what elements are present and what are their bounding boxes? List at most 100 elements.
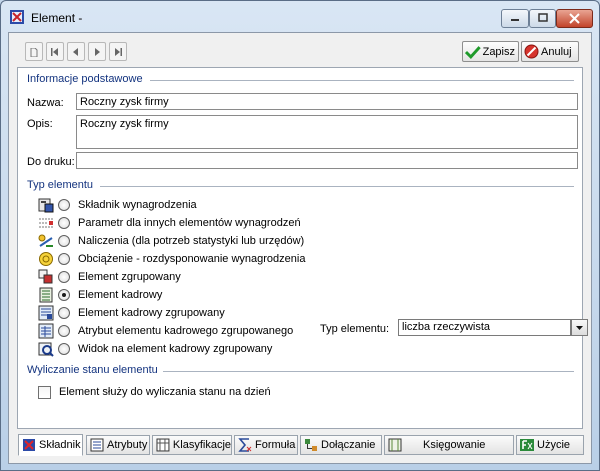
type-option-label: Widok na element kadrowy zgrupowany (78, 342, 273, 355)
type-radio[interactable] (58, 216, 70, 229)
app-icon (10, 10, 24, 24)
type-option-label: Składnik wynagrodzenia (78, 198, 197, 211)
type-radio[interactable] (58, 198, 70, 211)
type-option-charge[interactable]: Obciążenie - rozdysponowanie wynagrodzen… (38, 250, 305, 267)
bottom-tabs: Składnik Atrybuty Klasyfikacje Formuła D… (18, 434, 586, 456)
hr-grouped-icon (38, 305, 54, 320)
view-icon (38, 342, 54, 357)
tab-ksiegowanie[interactable]: Księgowanie (384, 435, 514, 455)
calculation-icon (38, 234, 53, 247)
save-label: Zapisz (482, 45, 515, 58)
chevron-down-icon (576, 326, 583, 330)
state-calc-label: Element służy do wyliczania stanu na dzi… (59, 386, 271, 398)
print-label: Do druku: (27, 156, 75, 168)
maximize-icon (537, 13, 548, 22)
new-record-button[interactable] (25, 42, 43, 61)
tab-dolaczanie[interactable]: Dołączanie (300, 435, 382, 455)
type-option-label: Atrybut elementu kadrowego zgrupowanego (78, 324, 294, 337)
close-button[interactable] (556, 9, 593, 28)
title-bar[interactable]: Element - (1, 1, 599, 29)
type-radio[interactable] (58, 234, 70, 247)
cancel-label: Anuluj (541, 45, 572, 58)
type-option-label: Obciążenie - rozdysponowanie wynagrodzen… (78, 252, 306, 265)
usage-tab-icon (520, 439, 534, 451)
tab-label: Dołączanie (321, 439, 376, 451)
tab-label: Atrybuty (107, 439, 148, 451)
name-field[interactable]: Roczny zysk firmy (76, 93, 578, 110)
minimize-button[interactable] (501, 9, 529, 28)
first-record-button[interactable] (46, 42, 64, 61)
type-radio[interactable] (58, 306, 70, 319)
tab-klasyfikacje[interactable]: Klasyfikacje (152, 435, 232, 455)
type-option-grouped[interactable]: Element zgrupowany (38, 268, 181, 285)
accounting-tab-icon (388, 438, 402, 452)
state-calc-checkbox[interactable] (38, 386, 51, 399)
maximize-button[interactable] (529, 9, 556, 28)
attribute-icon (38, 323, 54, 338)
tab-label: Użycie (537, 439, 571, 451)
type-option-label: Parametr dla innych elementów wynagrodze… (78, 216, 301, 229)
minimize-icon (511, 19, 519, 21)
new-document-icon (30, 48, 38, 57)
section-divider (150, 80, 574, 81)
type-option-hr-grouped[interactable]: Element kadrowy zgrupowany (38, 304, 225, 321)
previous-record-button[interactable] (67, 42, 85, 61)
type-radio[interactable] (58, 252, 70, 265)
tab-label: Formuła (255, 439, 296, 451)
print-field[interactable] (76, 152, 578, 169)
element-type-dropdown-button[interactable] (571, 319, 588, 336)
window-title: Element - (31, 11, 83, 25)
previous-arrow-icon (73, 48, 78, 56)
type-radio[interactable] (58, 342, 70, 355)
next-record-button[interactable] (88, 42, 106, 61)
client-area: Zapisz Anuluj Informacje podstawowe Nazw… (8, 32, 592, 464)
calc-section-title: Wyliczanie stanu elementu (27, 364, 158, 376)
last-arrow-icon (115, 48, 122, 56)
tab-formula[interactable]: Formuła (234, 435, 298, 455)
element-type-title: Typ elementu (27, 179, 94, 191)
type-option-attribute[interactable]: Atrybut elementu kadrowego zgrupowanego (38, 322, 293, 339)
basic-info-title: Informacje podstawowe (27, 73, 143, 85)
close-icon (569, 13, 580, 24)
cancel-icon (524, 44, 539, 59)
type-option-label: Element zgrupowany (78, 270, 181, 283)
type-option-calculation[interactable]: Naliczenia (dla potrzeb statystyki lub u… (38, 232, 304, 249)
parameter-icon (39, 218, 53, 227)
grouped-element-icon (38, 269, 53, 283)
type-option-parameter[interactable]: Parametr dla innych elementów wynagrodze… (38, 214, 301, 231)
last-record-button[interactable] (109, 42, 127, 61)
next-arrow-icon (95, 48, 100, 56)
charge-icon (39, 251, 53, 266)
first-arrow-icon (51, 48, 58, 56)
salary-component-icon (38, 198, 54, 212)
tab-label: Klasyfikacje (172, 439, 231, 451)
type-option-hr-element[interactable]: Element kadrowy (38, 286, 162, 303)
tab-uzycie[interactable]: Użycie (516, 435, 584, 455)
section-divider (163, 371, 574, 372)
type-option-label: Naliczenia (dla potrzeb statystyki lub u… (78, 234, 305, 247)
type-option-view[interactable]: Widok na element kadrowy zgrupowany (38, 340, 272, 357)
type-option-label: Element kadrowy zgrupowany (78, 306, 225, 319)
section-divider (100, 186, 574, 187)
element-type-label: Typ elementu: (320, 323, 390, 335)
attach-tab-icon (305, 439, 317, 451)
classifications-tab-icon (156, 438, 170, 452)
element-type-select[interactable]: liczba rzeczywista (398, 319, 571, 336)
type-radio-selected[interactable] (58, 288, 70, 301)
element-panel: Informacje podstawowe Nazwa: Roczny zysk… (17, 67, 588, 429)
checkmark-icon (465, 45, 481, 59)
type-radio[interactable] (58, 270, 70, 283)
cancel-button[interactable]: Anuluj (521, 41, 579, 62)
hr-element-icon (39, 287, 53, 302)
type-option-salary[interactable]: Składnik wynagrodzenia (38, 196, 197, 213)
name-label: Nazwa: (27, 97, 64, 109)
description-field[interactable]: Roczny zysk firmy (76, 115, 578, 149)
component-tab-icon (23, 439, 35, 451)
tab-label: Księgowanie (423, 439, 486, 451)
type-option-label: Element kadrowy (78, 288, 163, 301)
tab-atrybuty[interactable]: Atrybuty (86, 435, 150, 455)
element-window: Element - Zapisz Anuluj Informacje podst… (0, 0, 600, 471)
save-button[interactable]: Zapisz (462, 41, 519, 62)
type-radio[interactable] (58, 324, 70, 337)
tab-skladnik[interactable]: Składnik (18, 434, 83, 456)
